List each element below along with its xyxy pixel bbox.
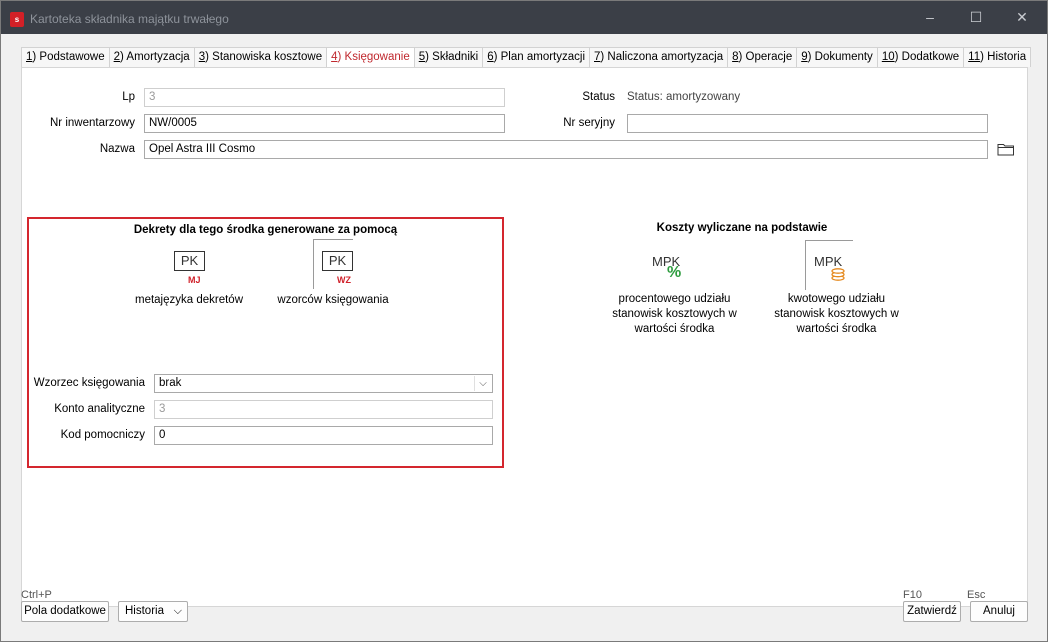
analytic-account-field: 3 — [154, 400, 493, 419]
tab-ksiegowanie[interactable]: 4) Księgowanie — [326, 47, 415, 68]
pk-wz-icon: PK — [322, 251, 353, 271]
aux-code-field[interactable]: 0 — [154, 426, 493, 445]
cancel-button[interactable]: Anuluj — [970, 601, 1028, 622]
amount-costs-option[interactable]: MPK kwotowego udziału stanowisk kosztowy… — [764, 240, 909, 338]
coins-icon — [831, 268, 845, 281]
folder-icon[interactable] — [997, 142, 1015, 156]
title-bar: s Kartoteka składnika majątku trwałego –… — [1, 1, 1047, 34]
inventory-number-label: Nr inwentarzowy — [50, 117, 135, 129]
decrees-title: Dekrety dla tego środka generowane za po… — [133, 224, 398, 236]
maximize-button[interactable]: ☐ — [953, 1, 999, 34]
lp-label: Lp — [122, 91, 135, 103]
extra-fields-button[interactable]: Pola dodatkowe — [21, 601, 109, 622]
pk-mj-subscript: MJ — [188, 275, 201, 285]
tab-podstawowe[interactable]: 1) Podstawowe — [21, 47, 110, 67]
tab-naliczona-amortyzacja[interactable]: 7) Naliczona amortyzacja — [589, 47, 729, 67]
name-label: Nazwa — [99, 143, 135, 155]
tab-plan-amortyzacji[interactable]: 6) Plan amortyzacji — [482, 47, 590, 67]
tab-skladniki[interactable]: 5) Składniki — [413, 47, 484, 67]
ksiegowanie-panel: Lp 3 Status Status: amortyzowany Nr inwe… — [21, 67, 1028, 607]
inventory-number-field[interactable]: NW/0005 — [144, 114, 505, 133]
analytic-account-label: Konto analityczne — [54, 403, 145, 415]
ctrl-p-hint: Ctrl+P — [21, 589, 52, 601]
window-title: Kartoteka składnika majątku trwałego — [30, 12, 229, 26]
tab-stanowiska-kosztowe[interactable]: 3) Stanowiska kosztowe — [193, 47, 328, 67]
app-window: s Kartoteka składnika majątku trwałego –… — [0, 0, 1048, 642]
confirm-button[interactable]: Zatwierdź — [903, 601, 961, 622]
posting-pattern-select[interactable]: brak ⌵ — [154, 374, 493, 393]
amount-line-1: kwotowego udziału — [787, 293, 886, 305]
percentage-costs-option[interactable]: MPK % procentowego udziału stanowisk kos… — [602, 248, 747, 338]
serial-number-label: Nr seryjny — [563, 117, 615, 129]
history-dropdown-button[interactable]: Historia ⌵ — [118, 601, 188, 622]
pk-mj-icon: PK — [174, 251, 205, 271]
tab-dodatkowe[interactable]: 10) Dodatkowe — [876, 47, 965, 67]
metalanguage-label: metajęzyka dekretów — [134, 294, 244, 306]
tab-operacje[interactable]: 8) Operacje — [727, 47, 798, 67]
percentage-line-1: procentowego udziału — [618, 293, 731, 305]
status-value: Status: amortyzowany — [627, 91, 741, 103]
lp-field: 3 — [144, 88, 505, 107]
app-logo-icon: s — [10, 12, 24, 27]
aux-code-label: Kod pomocniczy — [60, 429, 145, 441]
posting-templates-option[interactable]: PK WZ wzorców księgowania — [268, 239, 398, 309]
chevron-down-icon[interactable]: ⌵ — [474, 376, 491, 391]
decrees-group: Dekrety dla tego środka generowane za po… — [27, 217, 504, 468]
chevron-down-icon: ⌵ — [173, 605, 182, 617]
f10-hint: F10 — [903, 589, 922, 601]
window-content: 1) Podstawowe 2) Amortyzacja 3) Stanowis… — [1, 34, 1047, 641]
tab-dokumenty[interactable]: 9) Dokumenty — [796, 47, 878, 67]
tab-historia[interactable]: 11) Historia — [963, 47, 1032, 67]
percent-icon: % — [667, 264, 682, 281]
posting-pattern-label: Wzorzec księgowania — [33, 377, 145, 389]
serial-number-field[interactable] — [627, 114, 988, 133]
costs-title: Koszty wyliczane na podstawie — [656, 222, 828, 234]
name-field[interactable]: Opel Astra III Cosmo — [144, 140, 988, 159]
esc-hint: Esc — [967, 589, 986, 601]
percentage-line-2: stanowisk kosztowych w — [612, 308, 737, 320]
tab-bar: 1) Podstawowe 2) Amortyzacja 3) Stanowis… — [21, 47, 1032, 68]
minimize-button[interactable]: – — [907, 1, 953, 34]
posting-templates-label: wzorców księgowania — [277, 294, 389, 306]
posting-pattern-value: brak — [159, 377, 182, 389]
status-label: Status — [582, 91, 615, 103]
pk-wz-subscript: WZ — [337, 275, 351, 285]
amount-line-3: wartości środka — [796, 323, 877, 335]
tab-amortyzacja[interactable]: 2) Amortyzacja — [108, 47, 195, 67]
close-button[interactable]: ✕ — [999, 1, 1045, 34]
amount-line-2: stanowisk kosztowych w — [774, 308, 899, 320]
history-button-label: Historia — [125, 605, 164, 617]
percentage-line-3: wartości środka — [634, 323, 715, 335]
metalanguage-option[interactable]: PK MJ metajęzyka dekretów — [129, 247, 249, 309]
